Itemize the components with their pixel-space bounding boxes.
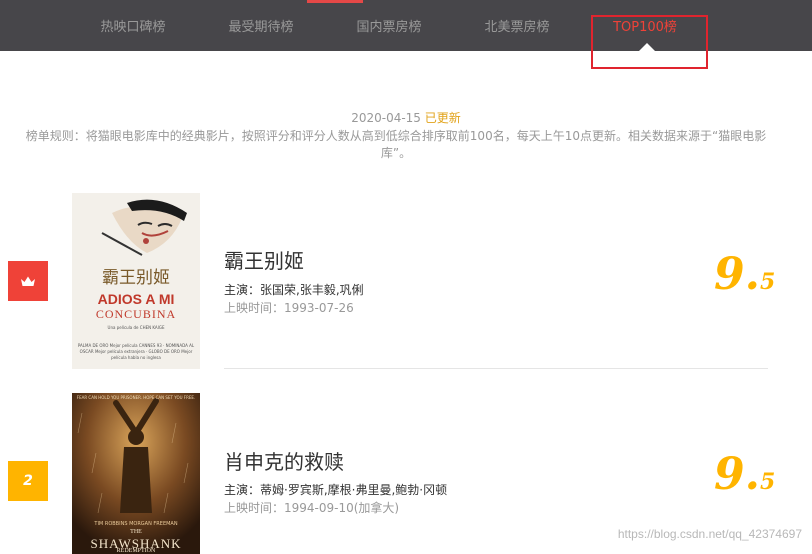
movie-score: 9.5 — [714, 249, 775, 300]
poster-title-line1: ADIOS A MI — [97, 291, 175, 307]
rank-number: 2 — [23, 473, 33, 489]
movie-title[interactable]: 肖申克的救赎 — [224, 446, 344, 475]
poster-caption: Una película de CHEN KAIGE — [107, 325, 165, 330]
crown-icon — [21, 276, 35, 286]
watermark: https://blog.csdn.net/qq_42374697 — [617, 527, 802, 541]
poster-credits: PALMA DE ORO Mejor película CANNES 93 · … — [77, 343, 195, 360]
tab-na-box-office[interactable]: 北美票房榜 — [469, 0, 565, 51]
rank-badge-1 — [8, 261, 48, 301]
movie-release: 上映时间：1994-09-10(加拿大) — [224, 501, 400, 515]
movie-actors: 主演：张国荣,张丰毅,巩俐 — [224, 283, 364, 297]
poster-farewell-my-concubine[interactable]: 霸王别姬 ADIOS A MI CONCUBINA Una película d… — [72, 193, 200, 369]
poster-shawshank-redemption[interactable]: FEAR CAN HOLD YOU PRISONER. HOPE CAN SET… — [72, 393, 200, 554]
rank-badge-2: 2 — [8, 461, 48, 501]
poster-tagline: FEAR CAN HOLD YOU PRISONER. HOPE CAN SET… — [76, 395, 196, 400]
update-line: 2020-04-15 已更新 — [0, 109, 812, 126]
movie-actors: 主演：蒂姆·罗宾斯,摩根·弗里曼,鲍勃·冈顿 — [224, 483, 448, 497]
updated-label: 已更新 — [424, 111, 461, 125]
board-date: 2020-04-15 — [351, 111, 421, 125]
score-integer: 9. — [714, 249, 760, 300]
tab-hot-reputation[interactable]: 热映口碑榜 — [85, 0, 181, 51]
board-rules: 榜单规则：将猫眼电影库中的经典影片，按照评分和评分人数从高到低综合排序取前100… — [25, 129, 767, 160]
poster-title-line2: CONCUBINA — [95, 307, 177, 321]
movie-title[interactable]: 霸王别姬 — [224, 245, 304, 274]
score-integer: 9. — [714, 449, 760, 500]
poster-cast: TIM ROBBINS MORGAN FREEMAN — [94, 521, 178, 527]
movie-release: 上映时间：1993-07-26 — [224, 301, 354, 315]
poster-title-redemption: REDEMPTION — [116, 548, 156, 554]
score-fraction: 5 — [759, 269, 776, 295]
movie-score: 9.5 — [714, 449, 775, 500]
tab-most-expected[interactable]: 最受期待榜 — [213, 0, 309, 51]
row-divider — [224, 368, 768, 369]
poster-calligraphy: 霸王别姬 — [102, 268, 170, 288]
poster-title-the: THE — [130, 529, 142, 535]
tab-domestic-box-office[interactable]: 国内票房榜 — [341, 0, 437, 51]
score-fraction: 5 — [759, 469, 776, 495]
annotation-highlight-box — [591, 15, 708, 69]
